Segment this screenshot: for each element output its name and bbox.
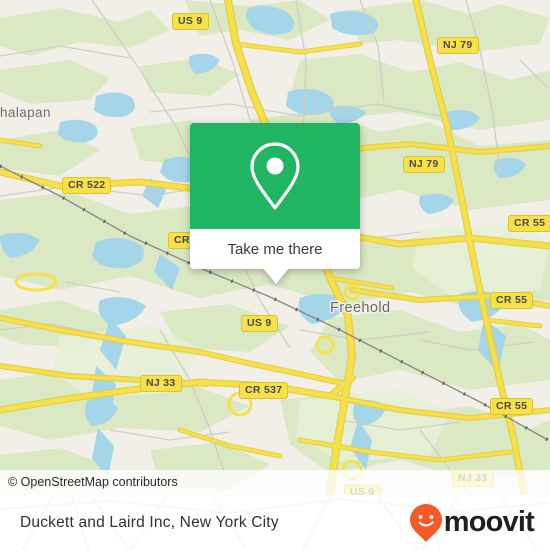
road-shield: CR 55 <box>508 215 550 232</box>
road-shield: NJ 79 <box>437 37 479 54</box>
moovit-pin-smiley-icon <box>409 503 442 542</box>
road-shield: US 9 <box>241 315 278 332</box>
road-shield: CR 537 <box>239 382 289 399</box>
road-shield: CR 522 <box>62 177 112 194</box>
map-pin-icon <box>250 142 300 210</box>
callout-body: Take me there <box>190 123 360 269</box>
callout-tail <box>263 268 289 284</box>
road-shield: NJ 79 <box>403 156 445 173</box>
map-attribution[interactable]: © OpenStreetMap contributors <box>0 470 550 495</box>
place-label: halapan <box>0 105 51 120</box>
page-title: Duckett and Laird Inc, New York City <box>20 513 279 531</box>
road-shield: CR 55 <box>490 398 534 415</box>
moovit-logo[interactable]: moovit <box>409 495 535 550</box>
map-page: halapan Freehold US 9 NJ 79 CR 522 NJ 79… <box>0 0 550 550</box>
callout-image-area <box>190 123 360 229</box>
take-me-there-button[interactable]: Take me there <box>190 229 360 269</box>
road-shield: US 9 <box>172 13 209 30</box>
road-shield: CR 55 <box>490 292 534 309</box>
moovit-wordmark: moovit <box>443 506 535 538</box>
location-callout[interactable]: Take me there <box>190 123 360 284</box>
footer-bar: Duckett and Laird Inc, New York City moo… <box>0 495 550 550</box>
place-label: Freehold <box>330 300 391 316</box>
road-shield: NJ 33 <box>140 375 182 392</box>
